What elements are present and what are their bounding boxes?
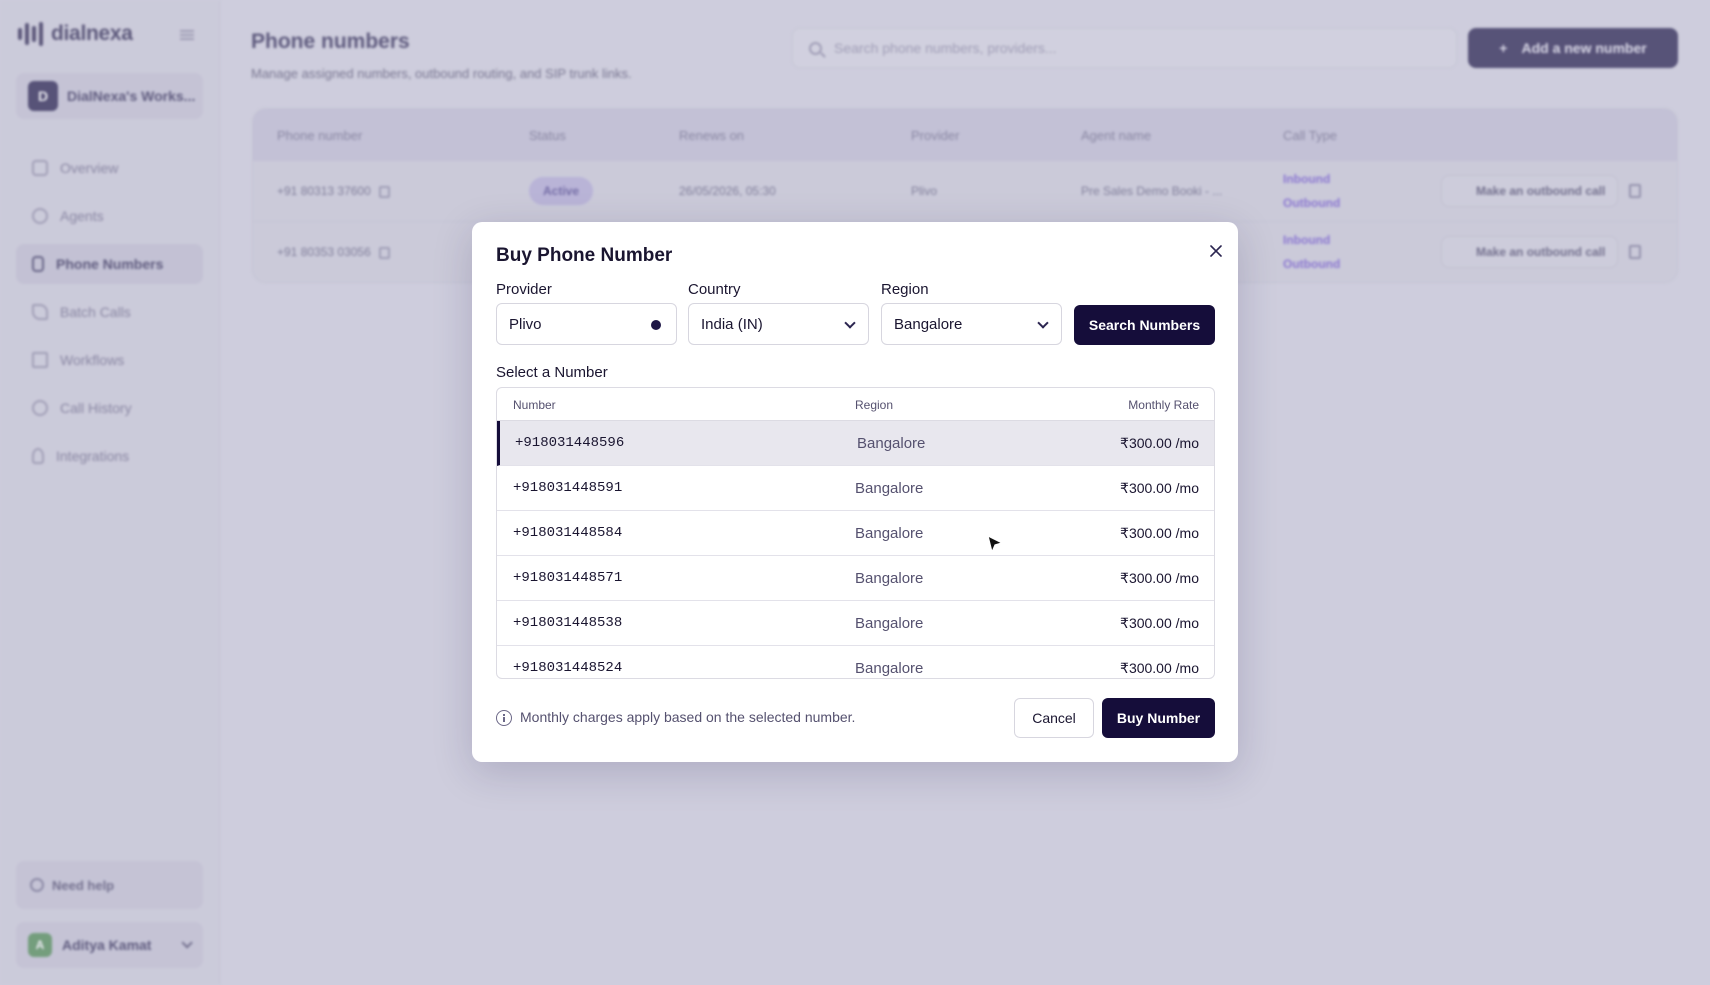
region-value: Bangalore	[894, 315, 963, 333]
number-cell: +918031448524	[513, 660, 623, 676]
close-icon	[1210, 245, 1222, 257]
region-cell: Bangalore	[857, 435, 926, 452]
provider-label: Provider	[496, 281, 552, 298]
column-header-number: Number	[513, 398, 556, 412]
number-cell: +918031448538	[513, 615, 623, 631]
buy-phone-number-dialog: Buy Phone Number Provider Plivo Country …	[472, 222, 1238, 762]
number-cell: +918031448571	[513, 570, 623, 586]
provider-select[interactable]: Plivo	[496, 303, 677, 345]
rate-cell: ₹300.00 /mo	[1120, 435, 1199, 451]
rate-cell: ₹300.00 /mo	[1120, 570, 1199, 586]
table-row[interactable]: +918031448584 Bangalore ₹300.00 /mo	[497, 511, 1214, 556]
buy-number-button[interactable]: Buy Number	[1102, 698, 1215, 738]
table-row[interactable]: +918031448538 Bangalore ₹300.00 /mo	[497, 601, 1214, 646]
region-cell: Bangalore	[855, 615, 924, 632]
region-label: Region	[881, 281, 929, 298]
provider-value: Plivo	[509, 315, 542, 333]
select-number-label: Select a Number	[496, 364, 608, 381]
number-cell: +918031448596	[515, 435, 625, 451]
rate-cell: ₹300.00 /mo	[1120, 615, 1199, 631]
number-cell: +918031448591	[513, 480, 623, 496]
search-numbers-button[interactable]: Search Numbers	[1074, 305, 1215, 345]
region-select[interactable]: Bangalore	[881, 303, 1062, 345]
region-cell: Bangalore	[855, 660, 924, 677]
cancel-button[interactable]: Cancel	[1014, 698, 1094, 738]
country-label: Country	[688, 281, 741, 298]
number-list-table: Number Region Monthly Rate +918031448596…	[496, 387, 1215, 679]
country-select[interactable]: India (IN)	[688, 303, 869, 345]
rate-cell: ₹300.00 /mo	[1120, 660, 1199, 676]
dialog-title: Buy Phone Number	[496, 245, 673, 266]
info-icon	[496, 710, 512, 726]
info-text: Monthly charges apply based on the selec…	[520, 709, 856, 725]
region-cell: Bangalore	[855, 480, 924, 497]
region-cell: Bangalore	[855, 525, 924, 542]
rate-cell: ₹300.00 /mo	[1120, 525, 1199, 541]
mouse-cursor-icon	[987, 535, 1003, 553]
chevron-down-icon	[1037, 317, 1049, 329]
number-cell: +918031448584	[513, 525, 623, 541]
table-row[interactable]: +918031448571 Bangalore ₹300.00 /mo	[497, 556, 1214, 601]
table-row[interactable]: +918031448596 Bangalore ₹300.00 /mo	[497, 421, 1214, 466]
region-cell: Bangalore	[855, 570, 924, 587]
rate-cell: ₹300.00 /mo	[1120, 480, 1199, 496]
column-header-rate: Monthly Rate	[1128, 398, 1199, 412]
selected-dot-icon	[651, 320, 661, 330]
number-table-header: Number Region Monthly Rate	[497, 388, 1214, 421]
table-row[interactable]: +918031448591 Bangalore ₹300.00 /mo	[497, 466, 1214, 511]
column-header-region: Region	[855, 398, 894, 412]
chevron-down-icon	[844, 317, 856, 329]
country-value: India (IN)	[701, 315, 763, 333]
table-row[interactable]: +918031448524 Bangalore ₹300.00 /mo	[497, 646, 1214, 678]
close-button[interactable]	[1205, 240, 1227, 262]
